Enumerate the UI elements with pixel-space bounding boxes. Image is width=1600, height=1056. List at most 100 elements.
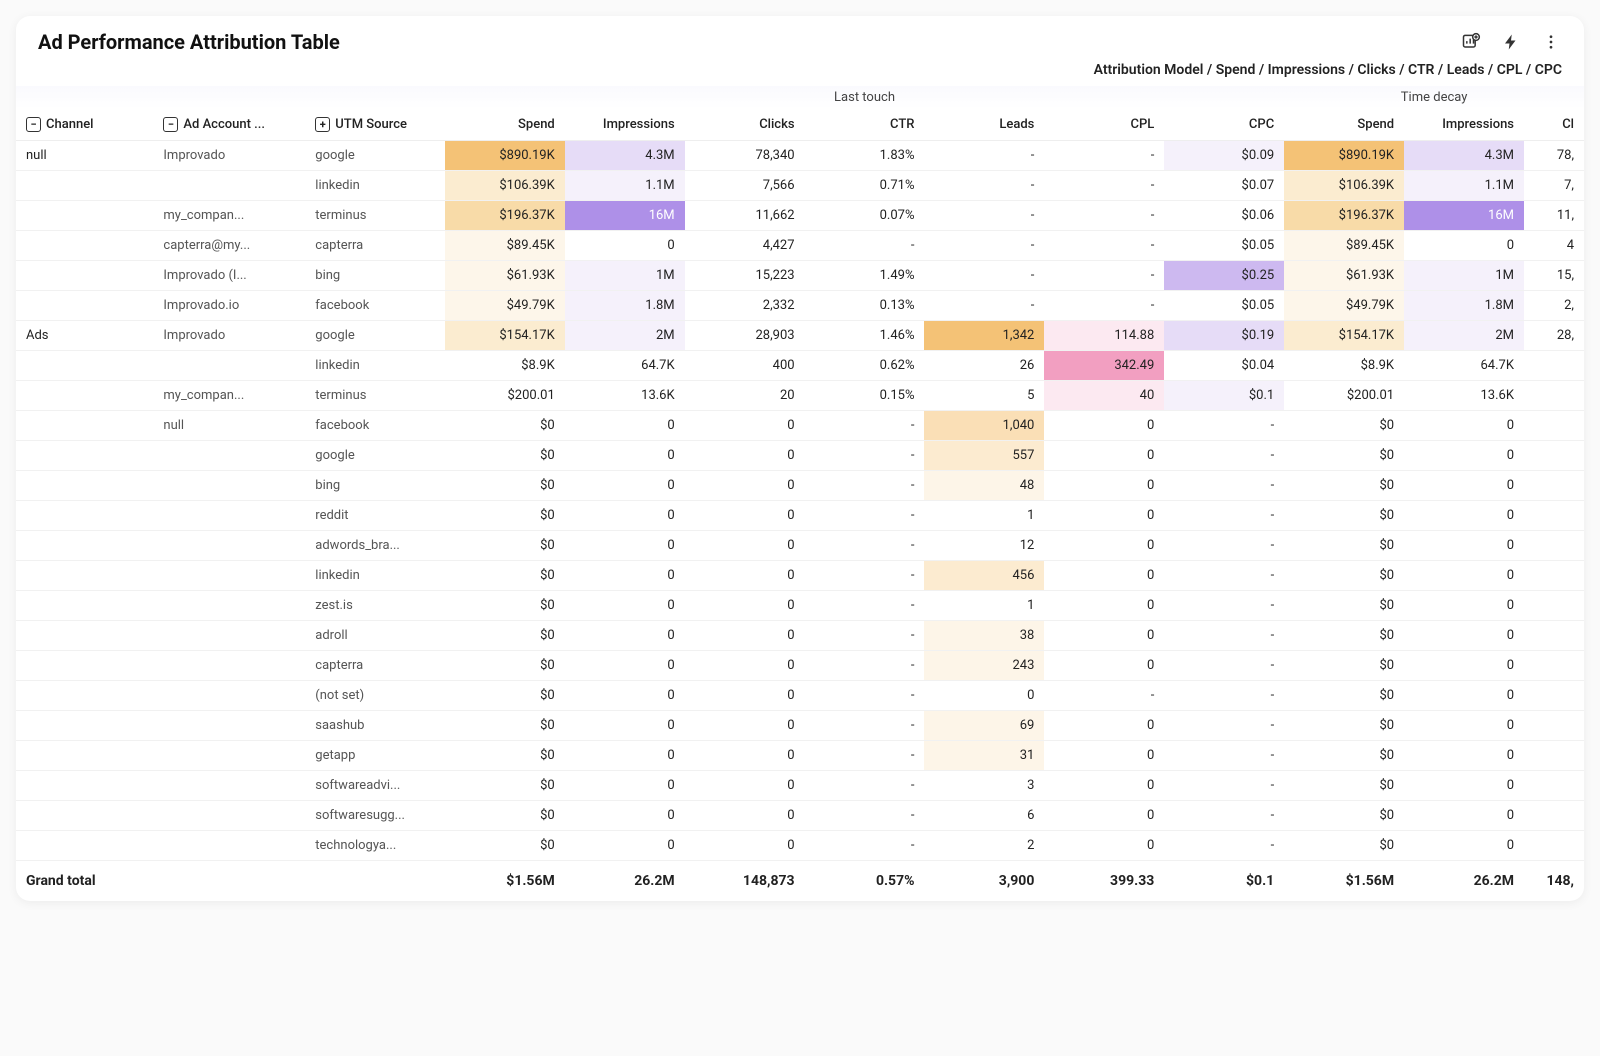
cell-metric: $0 xyxy=(445,771,565,801)
cell-metric: 16M xyxy=(1404,201,1524,231)
cell-ad-account: Improvado (I... xyxy=(153,261,305,291)
cell-metric: 2M xyxy=(565,321,685,351)
cell-ad-account: Improvado.io xyxy=(153,291,305,321)
cell-metric: 1 xyxy=(924,501,1044,531)
cell-utm-source: linkedin xyxy=(305,171,445,201)
cell-metric: $0.05 xyxy=(1164,231,1284,261)
cell-channel: Ads xyxy=(16,321,153,351)
cell-metric: - xyxy=(1044,681,1164,711)
cell-metric: 0 xyxy=(565,681,685,711)
cell-ad-account xyxy=(153,561,305,591)
col-header-clicks-td[interactable]: Cl xyxy=(1524,109,1584,141)
cell-channel xyxy=(16,681,153,711)
col-header-cpl[interactable]: CPL xyxy=(1044,109,1164,141)
cell-metric: 0 xyxy=(685,621,805,651)
cell-metric: 2,332 xyxy=(685,291,805,321)
cell-utm-source: getapp xyxy=(305,741,445,771)
cell-metric xyxy=(1524,351,1584,381)
cell-metric: - xyxy=(1044,201,1164,231)
cell-utm-source: softwaresugg... xyxy=(305,801,445,831)
total-cpc: $0.1 xyxy=(1164,861,1284,902)
col-header-channel[interactable]: −Channel xyxy=(16,109,153,141)
cell-metric: 2, xyxy=(1524,291,1584,321)
cell-metric: 1,040 xyxy=(924,411,1044,441)
cell-metric: $0 xyxy=(1284,441,1404,471)
cell-metric: $154.17K xyxy=(445,321,565,351)
col-header-leads[interactable]: Leads xyxy=(924,109,1044,141)
col-header-spend[interactable]: Spend xyxy=(445,109,565,141)
cell-channel xyxy=(16,231,153,261)
cell-metric: - xyxy=(805,231,925,261)
col-header-ad-account[interactable]: −Ad Account ... xyxy=(153,109,305,141)
cell-metric: 48 xyxy=(924,471,1044,501)
cell-metric xyxy=(1524,651,1584,681)
cell-metric: $0 xyxy=(1284,531,1404,561)
cell-metric: - xyxy=(924,261,1044,291)
cell-metric: 0 xyxy=(1044,591,1164,621)
total-leads: 3,900 xyxy=(924,861,1044,902)
col-header-clicks[interactable]: Clicks xyxy=(685,109,805,141)
cell-utm-source: facebook xyxy=(305,291,445,321)
cell-metric: $154.17K xyxy=(1284,321,1404,351)
cell-metric: 78,340 xyxy=(685,141,805,171)
col-header-ctr[interactable]: CTR xyxy=(805,109,925,141)
cell-metric: 0 xyxy=(565,621,685,651)
col-header-utm-source[interactable]: +UTM Source xyxy=(305,109,445,141)
cell-channel xyxy=(16,351,153,381)
cell-metric: - xyxy=(1164,501,1284,531)
col-header-spend-td[interactable]: Spend xyxy=(1284,109,1404,141)
cell-channel xyxy=(16,441,153,471)
cell-ad-account xyxy=(153,651,305,681)
col-header-cpc[interactable]: CPC xyxy=(1164,109,1284,141)
group-header-row: Last touch Time decay xyxy=(16,86,1584,109)
cell-metric: 0.13% xyxy=(805,291,925,321)
cell-channel xyxy=(16,591,153,621)
chart-add-icon[interactable] xyxy=(1460,31,1482,53)
cell-metric: 0 xyxy=(685,591,805,621)
cell-channel xyxy=(16,291,153,321)
cell-metric: 0 xyxy=(565,651,685,681)
cell-metric: 0 xyxy=(685,411,805,441)
total-clicks: 148,873 xyxy=(685,861,805,902)
cell-metric: 28,903 xyxy=(685,321,805,351)
expand-utm-icon[interactable]: + xyxy=(315,117,330,132)
cell-metric: 0 xyxy=(1404,231,1524,261)
cell-metric: 456 xyxy=(924,561,1044,591)
cell-channel xyxy=(16,801,153,831)
table-row: adwords_bra...$000-120-$00 xyxy=(16,531,1584,561)
cell-ad-account: Improvado xyxy=(153,321,305,351)
cell-ad-account xyxy=(153,621,305,651)
col-header-impressions[interactable]: Impressions xyxy=(565,109,685,141)
column-header-row: −Channel −Ad Account ... +UTM Source Spe… xyxy=(16,109,1584,141)
cell-metric: 12 xyxy=(924,531,1044,561)
col-header-impressions-td[interactable]: Impressions xyxy=(1404,109,1524,141)
cell-metric: 243 xyxy=(924,651,1044,681)
cell-metric: $0 xyxy=(1284,561,1404,591)
table-scroll[interactable]: Last touch Time decay −Channel −Ad Accou… xyxy=(16,86,1584,901)
table-row: zest.is$000-10-$00 xyxy=(16,591,1584,621)
cell-metric xyxy=(1524,681,1584,711)
more-menu-icon[interactable] xyxy=(1540,31,1562,53)
cell-metric xyxy=(1524,711,1584,741)
cell-metric xyxy=(1524,741,1584,771)
cell-metric: 6 xyxy=(924,801,1044,831)
collapse-adaccount-icon[interactable]: − xyxy=(163,117,178,132)
cell-utm-source: bing xyxy=(305,261,445,291)
lightning-icon[interactable] xyxy=(1500,31,1522,53)
cell-metric: 0 xyxy=(685,711,805,741)
cell-metric: 0 xyxy=(1044,741,1164,771)
cell-channel xyxy=(16,501,153,531)
cell-metric: $0 xyxy=(1284,711,1404,741)
cell-channel xyxy=(16,471,153,501)
cell-metric: $61.93K xyxy=(1284,261,1404,291)
cell-metric: 0 xyxy=(1044,711,1164,741)
cell-metric xyxy=(1524,531,1584,561)
cell-ad-account: Improvado xyxy=(153,141,305,171)
cell-utm-source: google xyxy=(305,141,445,171)
cell-metric: - xyxy=(805,411,925,441)
cell-metric: - xyxy=(805,771,925,801)
collapse-channel-icon[interactable]: − xyxy=(26,117,41,132)
table-row: nullfacebook$000-1,0400-$00 xyxy=(16,411,1584,441)
cell-metric: 16M xyxy=(565,201,685,231)
table-row: linkedin$106.39K1.1M7,5660.71%--$0.07$10… xyxy=(16,171,1584,201)
